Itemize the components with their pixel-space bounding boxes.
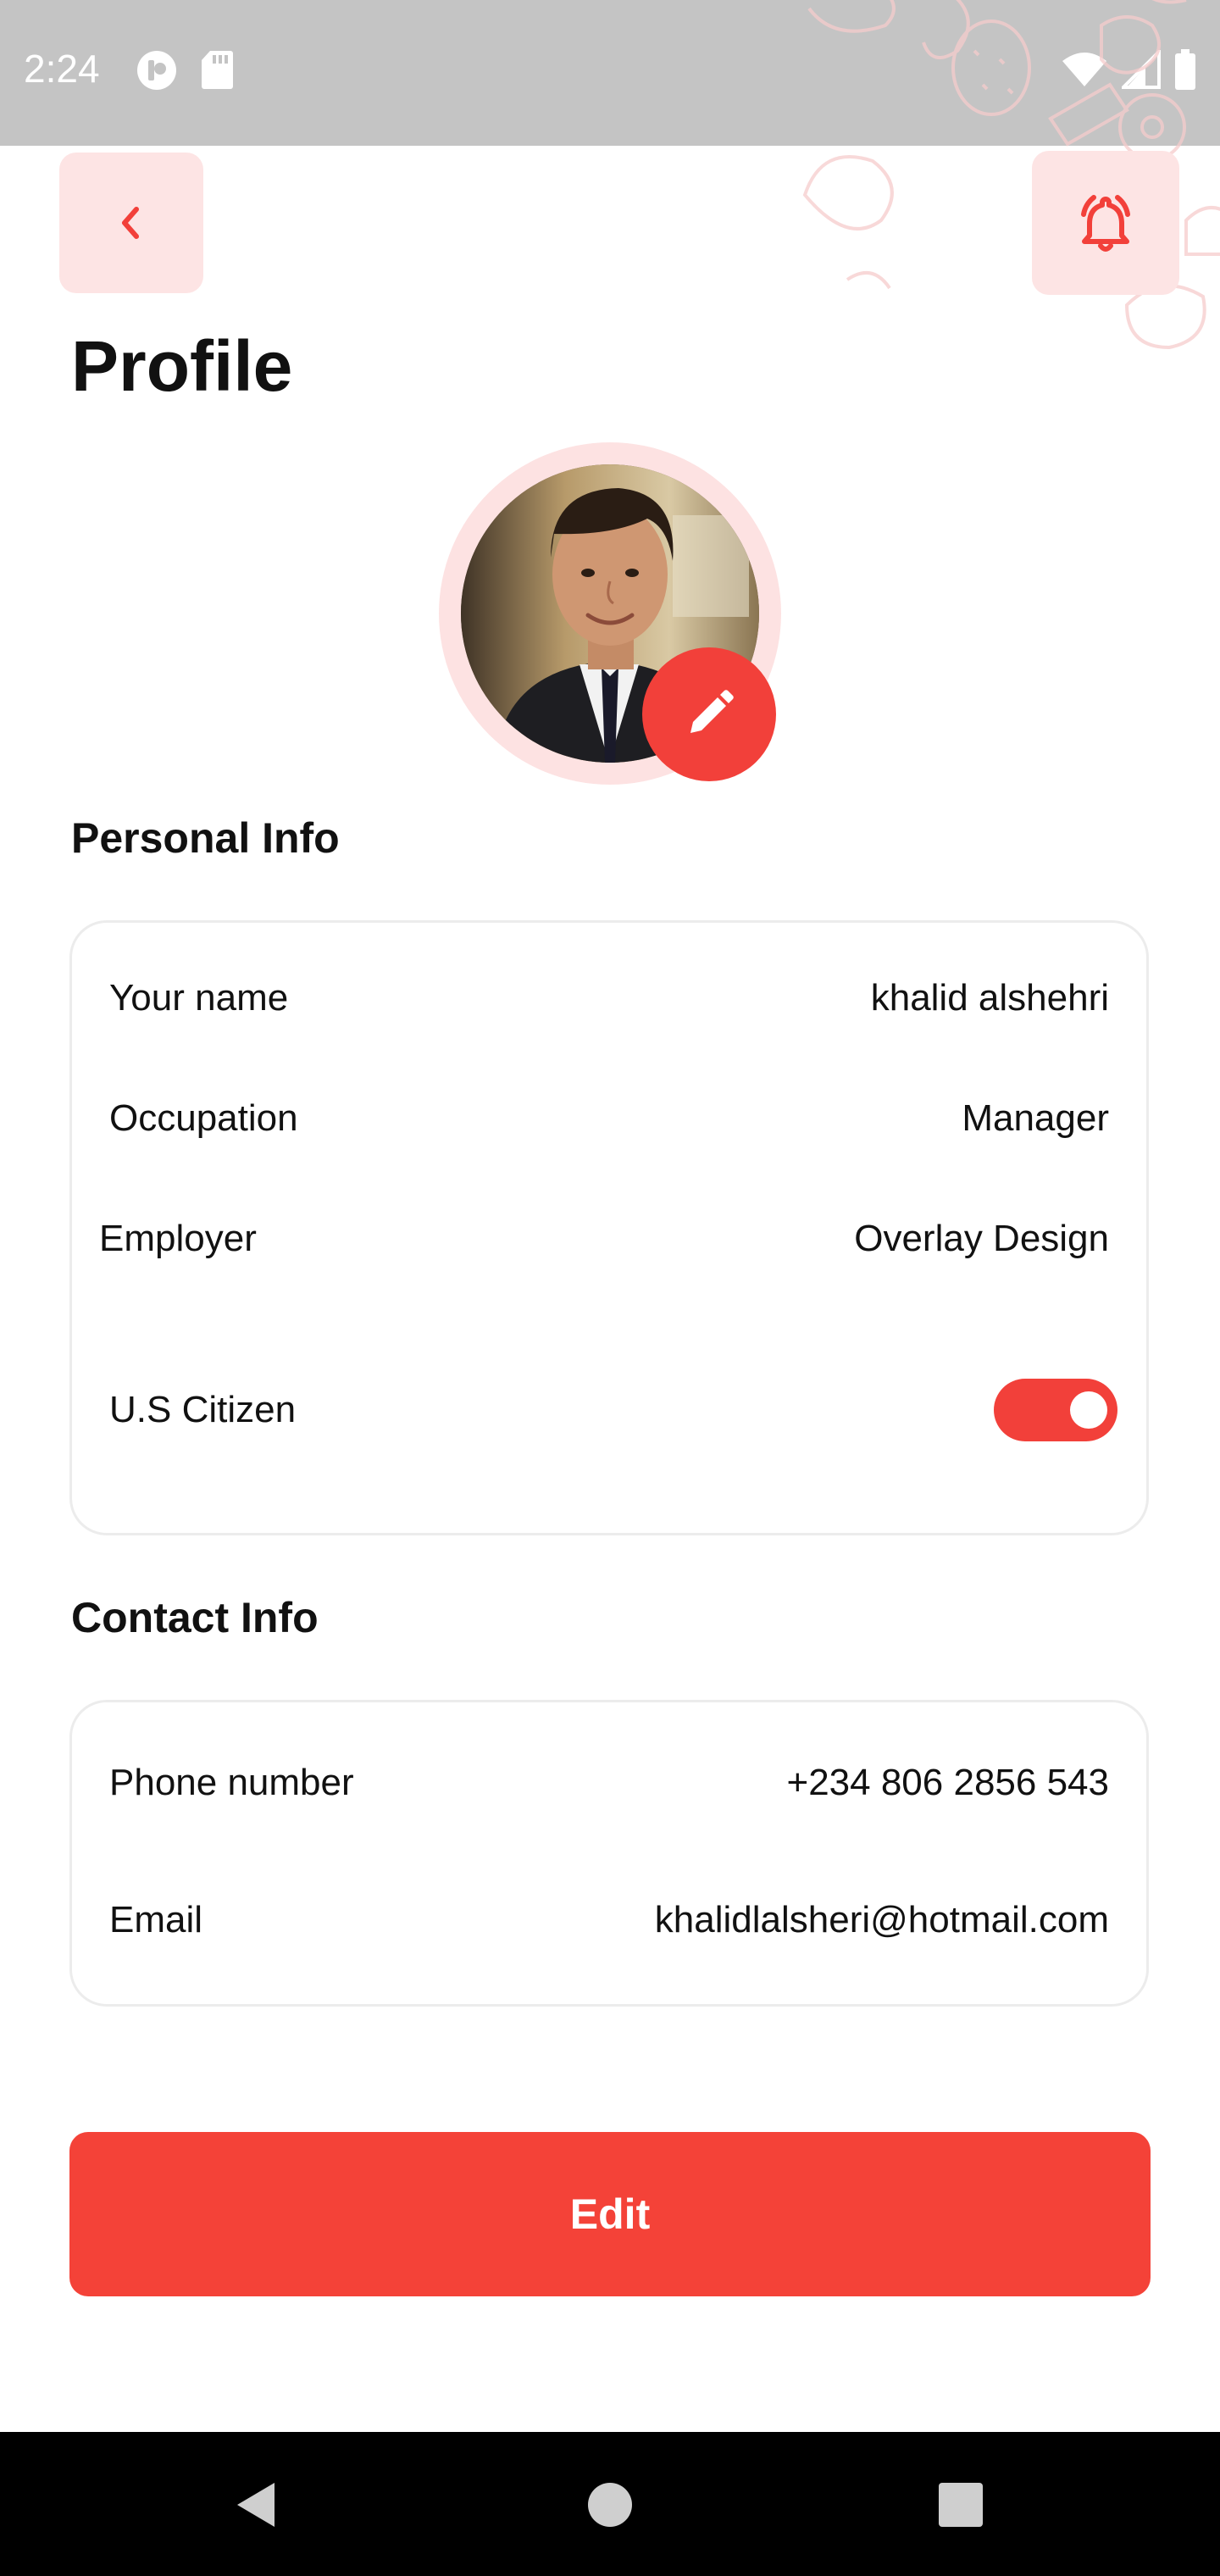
pencil-icon bbox=[690, 690, 734, 733]
personal-info-card: Your name khalid alshehri Occupation Man… bbox=[69, 920, 1149, 1535]
cell-signal-icon bbox=[1122, 50, 1161, 89]
status-time: 2:24 bbox=[24, 47, 100, 91]
name-value: khalid alshehri bbox=[870, 977, 1109, 1019]
email-value: khalidlalsheri@hotmail.com bbox=[654, 1899, 1109, 1940]
email-label: Email bbox=[109, 1899, 203, 1940]
name-label: Your name bbox=[109, 977, 289, 1019]
page-title: Profile bbox=[71, 326, 293, 406]
contact-info-card: Phone number +234 806 2856 543 Email kha… bbox=[69, 1700, 1149, 2007]
personal-info-title: Personal Info bbox=[71, 814, 340, 862]
nav-home-icon[interactable] bbox=[583, 2478, 637, 2532]
edit-button[interactable]: Edit bbox=[69, 2132, 1151, 2296]
nav-recents-icon[interactable] bbox=[934, 2478, 988, 2532]
us-citizen-toggle[interactable] bbox=[994, 1379, 1117, 1441]
status-icons-left bbox=[136, 49, 234, 92]
phone-label: Phone number bbox=[109, 1762, 354, 1803]
us-citizen-label: U.S Citizen bbox=[109, 1389, 297, 1430]
sd-card-icon bbox=[202, 51, 233, 89]
chevron-left-icon bbox=[122, 207, 139, 239]
notifications-button[interactable] bbox=[1032, 151, 1179, 295]
occupation-label: Occupation bbox=[109, 1097, 298, 1139]
employer-label: Employer bbox=[99, 1218, 257, 1259]
bell-ringing-icon bbox=[1081, 195, 1130, 252]
contact-info-title: Contact Info bbox=[71, 1594, 319, 1641]
status-bar: 2:24 bbox=[0, 0, 1220, 146]
nav-back-icon[interactable] bbox=[229, 2478, 283, 2532]
privacy-indicator-icon bbox=[137, 51, 176, 90]
occupation-value: Manager bbox=[962, 1097, 1109, 1139]
employer-value: Overlay Design bbox=[854, 1218, 1109, 1259]
battery-icon bbox=[1175, 49, 1195, 90]
wifi-icon bbox=[1062, 53, 1106, 86]
edit-photo-button[interactable] bbox=[642, 647, 776, 781]
phone-value: +234 806 2856 543 bbox=[786, 1762, 1110, 1803]
status-icons-right bbox=[1061, 49, 1196, 90]
back-button[interactable] bbox=[59, 153, 203, 293]
navigation-bar bbox=[0, 2432, 1220, 2576]
toggle-knob bbox=[1070, 1391, 1107, 1429]
